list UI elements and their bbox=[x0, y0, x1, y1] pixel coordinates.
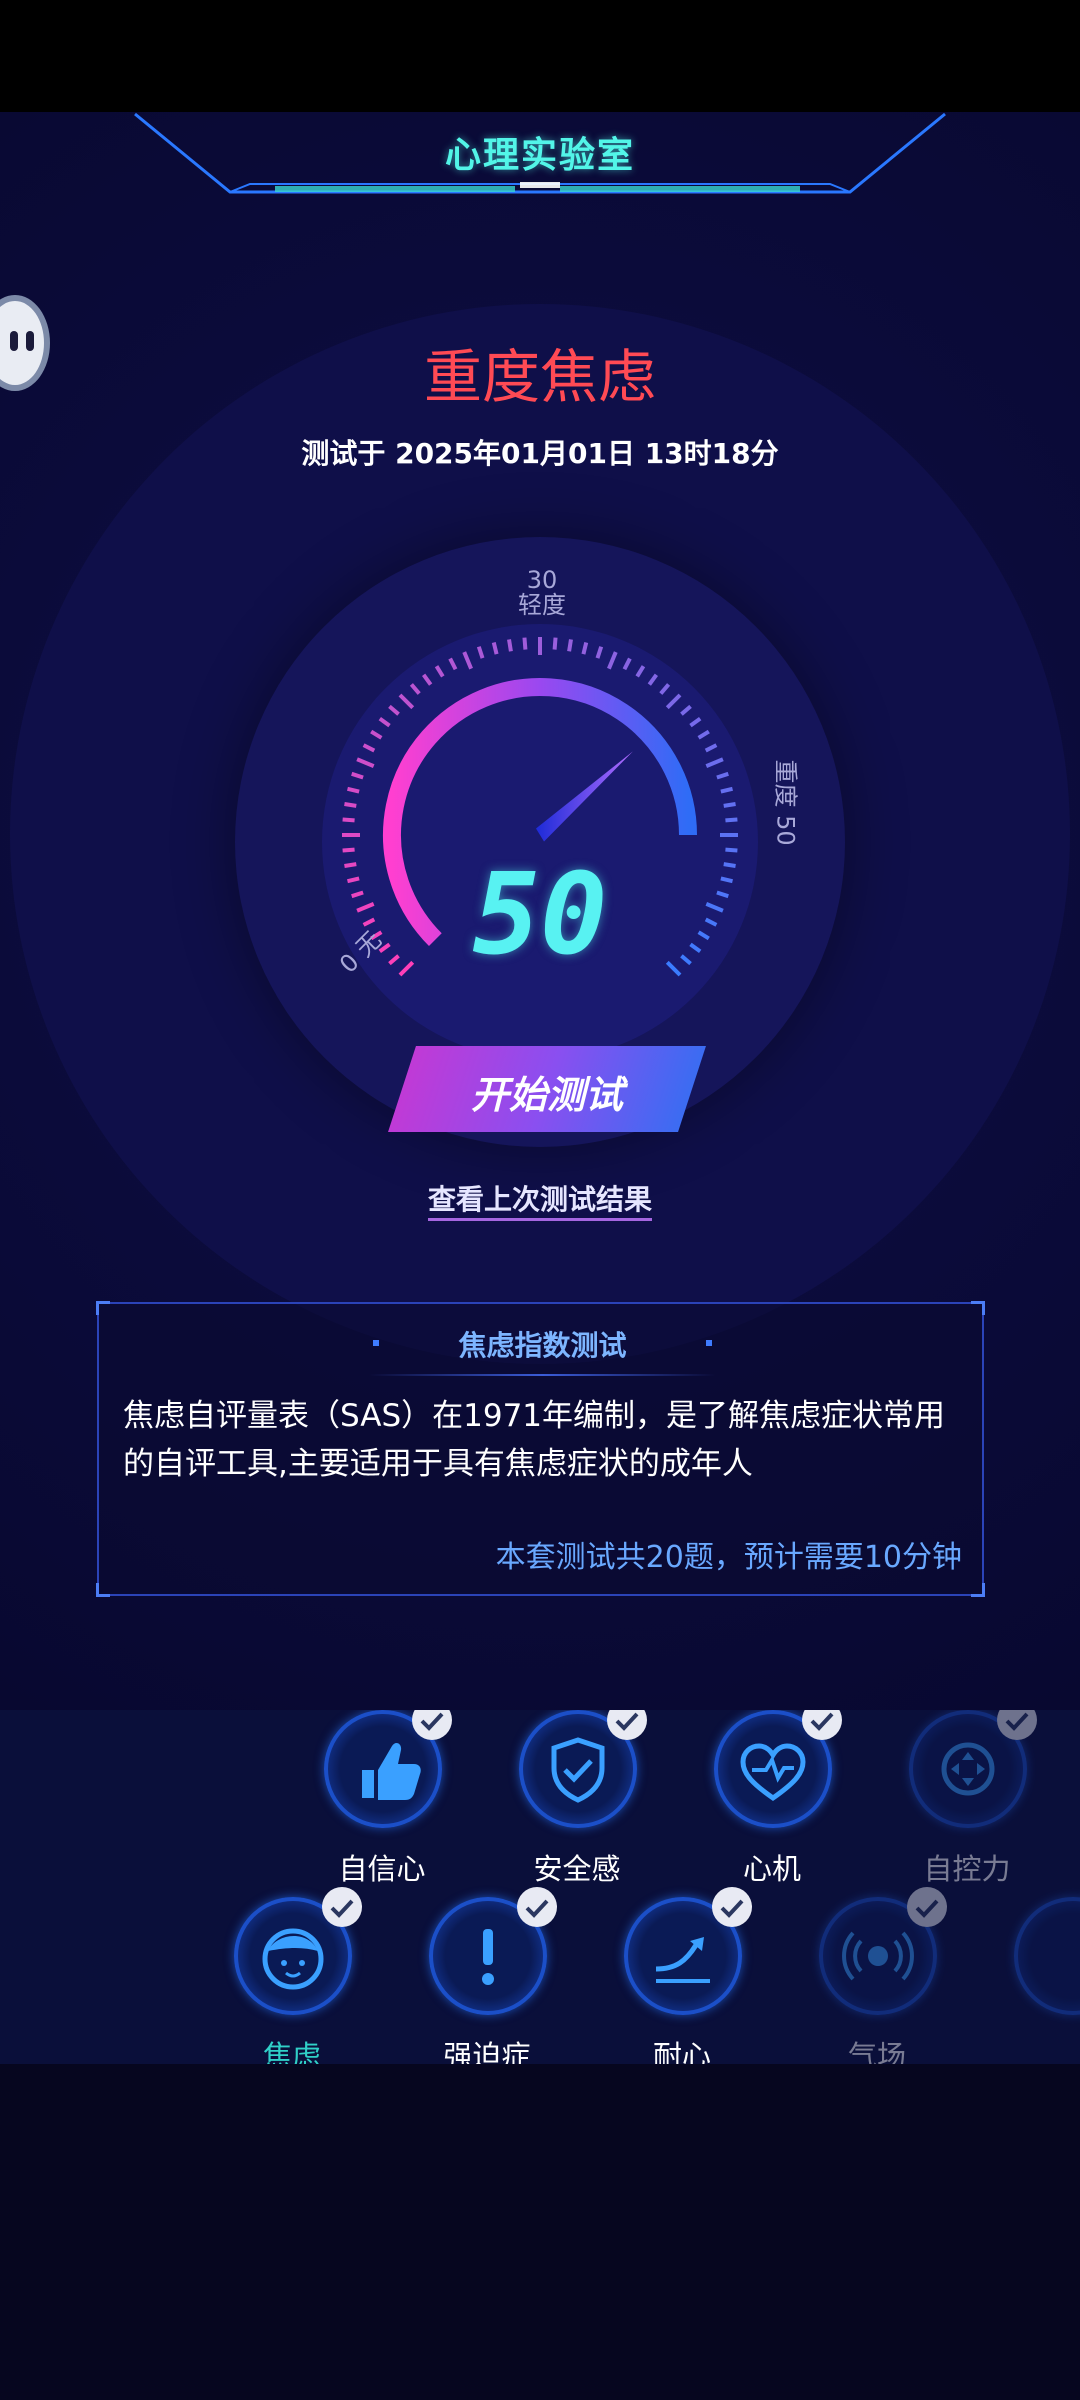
score-value: 50 bbox=[472, 850, 608, 980]
test-module-grid: 自信心 安全感 心机 自控力 焦虑 强迫症 耐心 气场 bbox=[0, 1710, 1080, 2064]
gauge-tick bbox=[422, 673, 433, 686]
app-title: 心理实验室 bbox=[444, 135, 635, 176]
gauge-tick bbox=[507, 639, 513, 652]
gauge-tick bbox=[388, 704, 400, 716]
info-card-note: 本套测试共20题，预计需要10分钟 bbox=[495, 1540, 962, 1575]
gauge-tick bbox=[347, 786, 360, 794]
gauge-tick bbox=[581, 642, 589, 655]
gauge-tick bbox=[476, 646, 485, 659]
gauge-tick bbox=[689, 717, 702, 728]
check-icon bbox=[712, 1887, 752, 1927]
gauge-tick bbox=[351, 771, 364, 780]
status-bar bbox=[0, 0, 1080, 112]
gauge-tick bbox=[362, 743, 376, 753]
gauge-tick bbox=[647, 673, 658, 686]
gauge-tick bbox=[344, 802, 357, 808]
module-security[interactable]: 安全感 bbox=[497, 1710, 657, 1890]
gauge-tick bbox=[720, 786, 733, 794]
gauge-tick bbox=[434, 665, 445, 678]
check-icon bbox=[607, 1710, 647, 1740]
last-result-row: 查看上次测试结果 bbox=[0, 1178, 1080, 1221]
check-icon bbox=[517, 1887, 557, 1927]
start-test-label: 开始测试 bbox=[470, 1073, 623, 1117]
gauge-tick bbox=[462, 651, 473, 670]
gauge-needle bbox=[535, 751, 633, 842]
gauge-label-mid: 30 轻度 bbox=[518, 566, 566, 620]
gauge-tick bbox=[723, 802, 736, 808]
module-confidence[interactable]: 自信心 bbox=[302, 1710, 462, 1890]
gauge-tick bbox=[716, 771, 729, 780]
gauge-tick bbox=[522, 637, 528, 650]
gauge-tick bbox=[622, 657, 632, 671]
gauge-tick bbox=[342, 817, 355, 823]
bottom-area bbox=[0, 2064, 1080, 2400]
module-aura[interactable]: 气场 bbox=[797, 1887, 957, 2064]
module-self-control[interactable]: 自控力 bbox=[887, 1710, 1047, 1890]
info-card-divider bbox=[369, 1374, 716, 1376]
info-card-description: 焦虑自评量表（SAS）在1971年编制，是了解焦虑症状常用的自评工具,主要适用于… bbox=[123, 1398, 946, 1482]
check-icon bbox=[412, 1710, 452, 1740]
header-bar: 心理实验室 bbox=[0, 112, 1080, 202]
gauge-tick bbox=[370, 729, 383, 740]
gauge-tick bbox=[607, 651, 618, 670]
score-gauge: 30 轻度 重度 50 0 无 bbox=[0, 540, 1080, 1060]
view-last-result-link[interactable]: 查看上次测试结果 bbox=[427, 1183, 652, 1221]
check-icon bbox=[997, 1710, 1037, 1740]
gauge-tick bbox=[409, 683, 421, 695]
gauge-tick bbox=[567, 639, 573, 652]
gauge-tick bbox=[552, 637, 558, 650]
result-level: 重度焦虑 bbox=[423, 343, 656, 411]
module-ocd[interactable]: 强迫症 bbox=[407, 1887, 567, 2064]
check-icon bbox=[802, 1710, 842, 1740]
gauge-tick bbox=[665, 693, 682, 710]
start-test-button[interactable]: 开始测试 bbox=[388, 1046, 706, 1132]
gauge-tick bbox=[356, 757, 375, 768]
check-icon bbox=[322, 1887, 362, 1927]
info-card-title: 焦虑指数测试 bbox=[458, 1329, 627, 1362]
info-card: 焦虑指数测试 焦虑自评量表（SAS）在1971年编制，是了解焦虑症状常用的自评工… bbox=[96, 1301, 985, 1597]
module-next-partial[interactable] bbox=[992, 1897, 1080, 2064]
gauge-tick bbox=[595, 646, 604, 659]
gauge-tick bbox=[659, 683, 671, 695]
gauge-tick bbox=[448, 657, 458, 671]
gauge-tick bbox=[725, 817, 738, 823]
gauge-tick bbox=[378, 717, 391, 728]
gauge-tick bbox=[705, 757, 724, 768]
check-icon bbox=[907, 1887, 947, 1927]
gauge-label-high: 重度 50 bbox=[771, 759, 800, 846]
module-patience[interactable]: 耐心 bbox=[602, 1887, 762, 2064]
module-scheming[interactable]: 心机 bbox=[692, 1710, 852, 1890]
gauge-tick bbox=[704, 743, 718, 753]
gauge-tick bbox=[491, 642, 499, 655]
module-anxiety[interactable]: 焦虑 bbox=[212, 1887, 372, 2064]
gauge-tick bbox=[697, 729, 710, 740]
gauge-tick bbox=[398, 693, 415, 710]
gauge-tick bbox=[635, 665, 646, 678]
test-timestamp: 测试于 2025年01月01日 13时18分 bbox=[301, 437, 779, 470]
gauge-tick bbox=[680, 704, 692, 716]
